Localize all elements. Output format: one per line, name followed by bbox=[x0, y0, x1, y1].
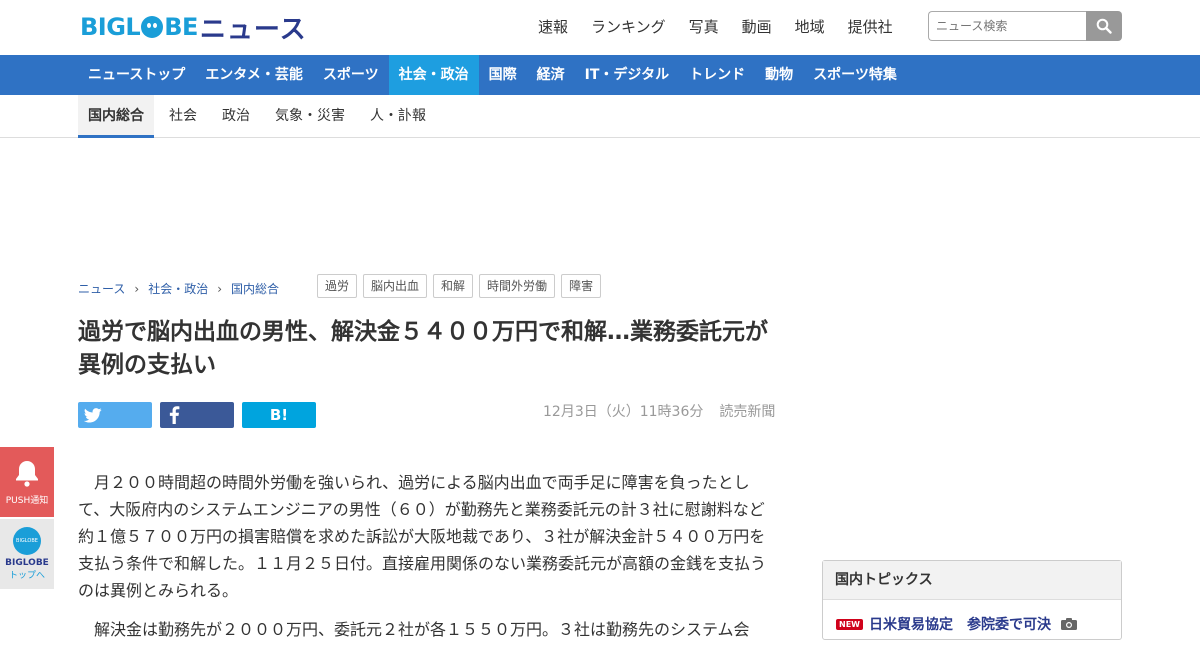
topic-item[interactable]: NEW 日米貿易協定 参院委で可決 bbox=[836, 614, 1077, 634]
subnav-item[interactable]: 社会 bbox=[159, 95, 207, 138]
biglobe-top-label: トップへ bbox=[8, 571, 45, 581]
logo-brand-tail: BE bbox=[164, 13, 198, 41]
tag-link[interactable]: 和解 bbox=[433, 274, 474, 298]
article-body: 月２００時間超の時間外労働を強いられ、過労による脳内出血で両手足に障害を負ったと… bbox=[78, 469, 778, 655]
nav-item[interactable]: エンタメ・芸能 bbox=[195, 55, 313, 95]
site-header: BIGL BE ニュース 速報 ランキング 写真 動画 地域 提供社 bbox=[0, 0, 1200, 55]
main-nav-items: ニューストップ エンタメ・芸能 スポーツ 社会・政治 国際 経済 IT・デジタル トレンド 動物… bbox=[78, 55, 907, 95]
top-link[interactable]: 速報 bbox=[538, 16, 568, 37]
nav-item[interactable]: スポーツ bbox=[313, 55, 389, 95]
nav-item[interactable]: トレンド bbox=[679, 55, 755, 95]
top-link[interactable]: 写真 bbox=[689, 16, 719, 37]
nav-item[interactable]: 動物 bbox=[755, 55, 803, 95]
sub-nav-items: 国内総合 社会 政治 気象・災害 人・訃報 bbox=[78, 95, 441, 138]
article-headline: 過労で脳内出血の男性、解決金５４００万円で和解…業務委託元が異例の支払い bbox=[78, 319, 768, 378]
logo-news-text: ニュース bbox=[199, 14, 307, 45]
domestic-topics-box: 国内トピックス NEW 日米貿易協定 参院委で可決 bbox=[822, 560, 1122, 640]
search-form bbox=[928, 11, 1122, 41]
subnav-item[interactable]: 気象・災害 bbox=[265, 95, 355, 138]
top-link[interactable]: ランキング bbox=[591, 16, 666, 37]
article-meta: 12月3日（火）11時36分 読売新聞 bbox=[543, 401, 775, 421]
article-tags: 過労 脳内出血 和解 時間外労働 障害 bbox=[317, 274, 607, 298]
biglobe-label: BIGLOBE bbox=[5, 558, 49, 568]
bell-icon bbox=[16, 460, 38, 487]
tag-link[interactable]: 過労 bbox=[317, 274, 358, 298]
tag-link[interactable]: 障害 bbox=[561, 274, 602, 298]
biglobe-top-button[interactable]: BIGLOBE BIGLOBE トップへ bbox=[0, 519, 54, 589]
search-input[interactable] bbox=[928, 11, 1086, 41]
biglobe-mascot-icon: BIGLOBE bbox=[13, 527, 41, 555]
site-logo[interactable]: BIGL BE ニュース bbox=[80, 12, 307, 45]
hatena-bookmark-button[interactable]: B! bbox=[242, 402, 316, 428]
breadcrumb-domestic[interactable]: 国内総合 bbox=[231, 280, 279, 297]
topic-title: 日米貿易協定 参院委で可決 bbox=[868, 617, 1051, 633]
nav-item[interactable]: 国際 bbox=[479, 55, 527, 95]
facebook-share-button[interactable] bbox=[160, 402, 234, 428]
chevron-right-icon: › bbox=[217, 281, 223, 296]
topics-title: 国内トピックス bbox=[823, 561, 1121, 600]
main-nav: ニューストップ エンタメ・芸能 スポーツ 社会・政治 国際 経済 IT・デジタル トレンド 動物… bbox=[0, 55, 1200, 95]
subnav-item[interactable]: 国内総合 bbox=[78, 95, 154, 138]
top-link[interactable]: 提供社 bbox=[848, 16, 893, 37]
tag-link[interactable]: 時間外労働 bbox=[479, 274, 556, 298]
facebook-icon bbox=[169, 406, 180, 424]
share-buttons: B! bbox=[78, 402, 324, 428]
article-date: 12月3日（火）11時36分 bbox=[543, 404, 704, 420]
top-links: 速報 ランキング 写真 動画 地域 提供社 bbox=[538, 16, 916, 37]
nav-item[interactable]: ニューストップ bbox=[78, 55, 195, 95]
nav-item[interactable]: 経済 bbox=[527, 55, 575, 95]
search-icon bbox=[1096, 18, 1112, 34]
logo-biglobe: BIGL BE bbox=[80, 13, 198, 41]
article-source[interactable]: 読売新聞 bbox=[719, 404, 775, 420]
twitter-icon bbox=[84, 407, 102, 423]
subnav-item[interactable]: 政治 bbox=[212, 95, 260, 138]
twitter-share-button[interactable] bbox=[78, 402, 152, 428]
logo-brand-text: BIGL bbox=[80, 13, 141, 41]
tag-link[interactable]: 脳内出血 bbox=[363, 274, 428, 298]
chevron-right-icon: › bbox=[134, 281, 140, 296]
nav-item[interactable]: スポーツ特集 bbox=[803, 55, 907, 95]
nav-item[interactable]: 社会・政治 bbox=[388, 55, 479, 95]
sub-nav: 国内総合 社会 政治 気象・災害 人・訃報 bbox=[0, 95, 1200, 138]
article-paragraph: 月２００時間超の時間外労働を強いられ、過労による脳内出血で両手足に障害を負ったと… bbox=[78, 473, 767, 600]
push-label: PUSH通知 bbox=[5, 495, 49, 506]
top-link[interactable]: 地域 bbox=[795, 16, 825, 37]
nav-item[interactable]: IT・デジタル bbox=[575, 55, 679, 95]
search-button[interactable] bbox=[1086, 11, 1122, 41]
top-link[interactable]: 動画 bbox=[742, 16, 772, 37]
breadcrumb: ニュース › 社会・政治 › 国内総合 bbox=[78, 280, 279, 297]
camera-icon bbox=[1060, 618, 1077, 630]
breadcrumb-society-politics[interactable]: 社会・政治 bbox=[148, 280, 208, 297]
logo-globe-icon bbox=[141, 16, 164, 38]
subnav-item[interactable]: 人・訃報 bbox=[360, 95, 436, 138]
new-badge: NEW bbox=[836, 618, 863, 630]
breadcrumb-news[interactable]: ニュース bbox=[78, 280, 125, 297]
push-notification-button[interactable]: PUSH通知 bbox=[0, 447, 54, 517]
